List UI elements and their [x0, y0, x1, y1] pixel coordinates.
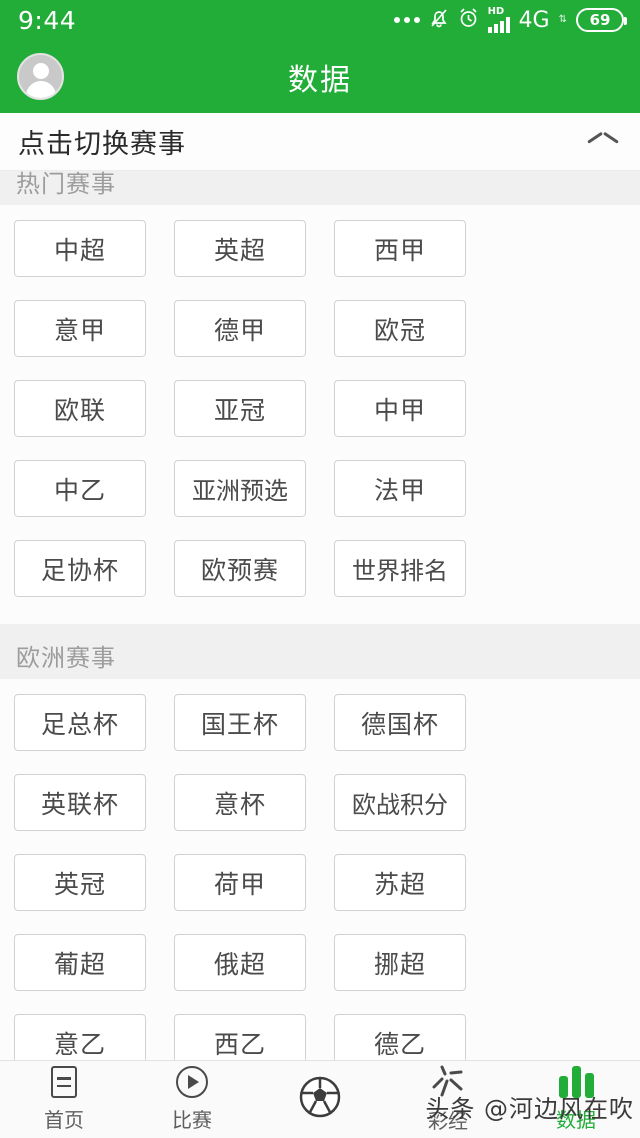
switch-competition-label: 点击切换赛事: [18, 129, 186, 160]
section-header-europe: 欧洲赛事: [0, 624, 640, 679]
tab-ball[interactable]: [256, 1061, 384, 1138]
competition-chip[interactable]: 足总杯: [14, 694, 146, 751]
competition-chip[interactable]: 荷甲: [174, 854, 306, 911]
tab-data[interactable]: 数据: [512, 1061, 640, 1138]
competition-chip[interactable]: 世界排名: [334, 540, 466, 597]
data-arrows-icon: ⇅: [558, 14, 567, 25]
competition-chip[interactable]: 欧预赛: [174, 540, 306, 597]
tab-home[interactable]: 首页: [0, 1061, 128, 1138]
competition-scroll-content: 热门赛事 中超 英超 西甲意甲 德甲 欧冠欧联 亚冠 中甲中乙 亚洲预选 法甲足协杯 欧预赛 世界排…: [0, 171, 640, 1060]
competition-chip[interactable]: 挪超: [334, 934, 466, 991]
avatar-body-shape: [25, 81, 56, 98]
bottom-tab-bar: 首页 比赛 彩经 数据 头条 @河边风在吹: [0, 1060, 640, 1138]
competition-chip[interactable]: 德乙: [334, 1014, 466, 1060]
competition-chip[interactable]: 欧战积分: [334, 774, 466, 831]
app-bar: 数据: [0, 40, 640, 113]
avatar-head-shape: [32, 63, 49, 79]
bell-muted-icon: [429, 7, 449, 33]
competition-chip[interactable]: 欧联: [14, 380, 146, 437]
battery-indicator: 69: [576, 8, 627, 32]
bar-chart-icon: [558, 1066, 594, 1098]
page-title: 数据: [288, 62, 352, 98]
tab-matches[interactable]: 比赛: [128, 1061, 256, 1138]
switch-competition-bar[interactable]: 点击切换赛事: [0, 113, 640, 171]
competition-chip[interactable]: 亚冠: [174, 380, 306, 437]
play-circle-icon: [176, 1066, 208, 1098]
competition-chip[interactable]: 苏超: [334, 854, 466, 911]
competition-chip[interactable]: 西乙: [174, 1014, 306, 1060]
section-header-hot: 热门赛事: [0, 171, 640, 205]
alarm-clock-icon: [458, 7, 479, 33]
hd-signal-icon: HD: [487, 6, 510, 33]
tab-lottery[interactable]: 彩经: [384, 1061, 512, 1138]
competition-chip[interactable]: 英超: [174, 220, 306, 277]
firework-icon: [430, 1065, 466, 1099]
competition-chip[interactable]: 英冠: [14, 854, 146, 911]
document-icon: [51, 1066, 77, 1098]
competition-chip[interactable]: 中甲: [334, 380, 466, 437]
tab-matches-label: 比赛: [172, 1108, 212, 1132]
network-type-label: 4G: [518, 7, 550, 33]
competition-chip[interactable]: 意甲: [14, 300, 146, 357]
competition-chip[interactable]: 德甲: [174, 300, 306, 357]
competition-scroll-area[interactable]: 热门赛事 中超 英超 西甲意甲 德甲 欧冠欧联 亚冠 中甲中乙 亚洲预选 法甲足协杯 欧预赛 世界排…: [0, 171, 640, 1060]
competition-grid-hot: 中超 英超 西甲意甲 德甲 欧冠欧联 亚冠 中甲中乙 亚洲预选 法甲足协杯 欧预赛 世界排名: [0, 205, 640, 624]
hd-label: HD: [487, 6, 505, 17]
competition-chip[interactable]: 俄超: [174, 934, 306, 991]
competition-chip[interactable]: 法甲: [334, 460, 466, 517]
avatar[interactable]: [17, 53, 64, 100]
app-root: 9:44 HD 4G ⇅ 69 数据 点击切换赛事 热门赛事 中超 英超 西甲 …: [0, 0, 640, 1138]
competition-chip[interactable]: 亚洲预选: [174, 460, 306, 517]
competition-chip[interactable]: 中乙: [14, 460, 146, 517]
competition-chip[interactable]: 意杯: [174, 774, 306, 831]
competition-chip[interactable]: 国王杯: [174, 694, 306, 751]
competition-chip[interactable]: 西甲: [334, 220, 466, 277]
competition-chip[interactable]: 欧冠: [334, 300, 466, 357]
chevron-up-icon[interactable]: [588, 133, 618, 151]
competition-chip[interactable]: 足协杯: [14, 540, 146, 597]
competition-grid-europe: 足总杯国王杯德国杯英联杯意杯欧战积分英冠荷甲苏超葡超俄超挪超意乙西乙德乙荷乙法乙…: [0, 679, 640, 1060]
competition-chip[interactable]: 英联杯: [14, 774, 146, 831]
competition-chip[interactable]: 中超: [14, 220, 146, 277]
signal-bars-icon: [487, 17, 510, 33]
tab-data-label: 数据: [556, 1108, 596, 1132]
more-dots-icon: [393, 17, 420, 23]
tab-home-label: 首页: [44, 1108, 84, 1132]
competition-chip[interactable]: 德国杯: [334, 694, 466, 751]
tab-lottery-label: 彩经: [428, 1109, 468, 1133]
status-time: 9:44: [18, 5, 77, 35]
soccer-ball-icon: [299, 1076, 341, 1118]
status-bar: 9:44 HD 4G ⇅ 69: [0, 0, 640, 40]
competition-chip[interactable]: 葡超: [14, 934, 146, 991]
competition-chip[interactable]: 意乙: [14, 1014, 146, 1060]
status-icon-group: HD 4G ⇅ 69: [393, 6, 627, 33]
